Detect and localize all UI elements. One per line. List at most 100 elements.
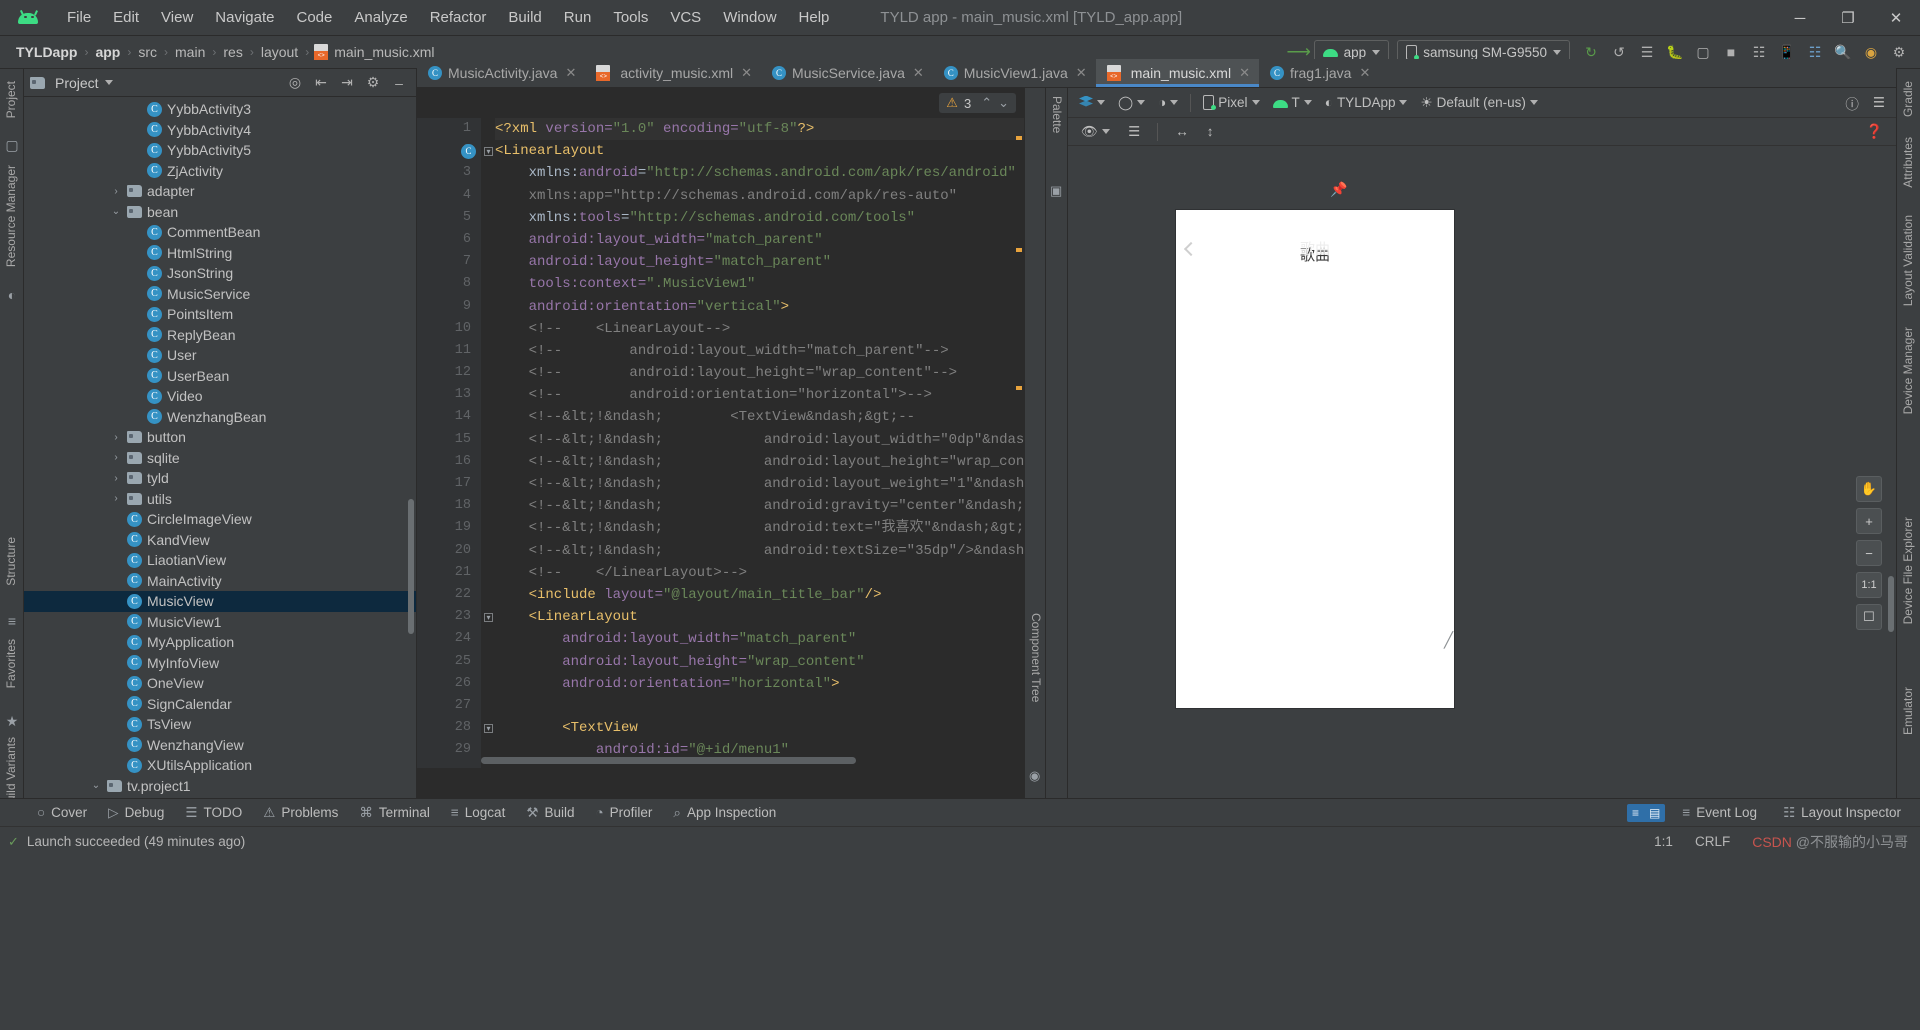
- breadcrumb-layout[interactable]: layout: [259, 44, 300, 60]
- tree-item-pointsitem[interactable]: C PointsItem: [24, 304, 416, 325]
- line-separator[interactable]: CRLF: [1695, 834, 1730, 849]
- code-line[interactable]: <LinearLayout: [495, 606, 1024, 628]
- editor-tab-musicactivity-java[interactable]: C MusicActivity.java ✕: [417, 59, 585, 87]
- bottom-tab-layout-inspector[interactable]: ☷ Layout Inspector: [1774, 802, 1910, 824]
- code-line[interactable]: <!-- android:layout_height="wrap_content…: [495, 362, 1024, 384]
- menu-vcs[interactable]: VCS: [659, 6, 712, 29]
- tree-item-xutilsapplication[interactable]: C XUtilsApplication: [24, 755, 416, 776]
- tree-item-oneview[interactable]: C OneView: [24, 673, 416, 694]
- tree-item-wenzhangbean[interactable]: C WenzhangBean: [24, 407, 416, 428]
- project-tree[interactable]: C YybbActivity3 C YybbActivity4 C YybbActivit…: [24, 97, 416, 798]
- prev-issue-icon[interactable]: ⌃: [981, 95, 992, 111]
- bottom-tab-terminal[interactable]: ⌘ Terminal: [350, 802, 439, 824]
- code-line[interactable]: <!--&lt;!&ndash; <TextView&ndash;&gt;--: [495, 406, 1024, 428]
- editor-tab-activity-music-xml[interactable]: activity_music.xml ✕: [585, 59, 761, 87]
- bottom-tab-debug[interactable]: ▷ Debug: [99, 802, 173, 824]
- code-line[interactable]: [495, 695, 1024, 717]
- menu-run[interactable]: Run: [553, 6, 603, 29]
- next-issue-icon[interactable]: ⌄: [998, 95, 1009, 111]
- menu-navigate[interactable]: Navigate: [204, 6, 285, 29]
- fold-toggle[interactable]: ▾: [484, 613, 493, 622]
- bottom-tab-app-inspection[interactable]: ⌕ App Inspection: [664, 802, 785, 824]
- project-folder-icon[interactable]: ▢: [0, 131, 24, 160]
- code-line[interactable]: android:layout_height="wrap_content": [495, 651, 1024, 673]
- rail-item-attributes[interactable]: Attributes: [1897, 129, 1919, 196]
- menu-tools[interactable]: Tools: [602, 6, 659, 29]
- chevron-down-icon[interactable]: ⌄: [110, 206, 122, 217]
- code-line[interactable]: <include layout="@layout/main_title_bar"…: [495, 584, 1024, 606]
- rail-item-layout-validation[interactable]: Layout Validation: [1897, 207, 1919, 314]
- resize-handle[interactable]: ╱: [1444, 631, 1453, 649]
- settings-icon[interactable]: ⚙: [362, 72, 384, 94]
- rail-item-favorites[interactable]: Favorites: [0, 631, 22, 696]
- code-line[interactable]: <!--&lt;!&ndash; android:text="我喜欢"&ndas…: [495, 517, 1024, 539]
- code-line[interactable]: <!--&lt;!&ndash; android:textSize="35dp"…: [495, 540, 1024, 562]
- preview-canvas[interactable]: 📌 歌曲 歌曲 ╱ ✋ + − 1:1 ☐: [1068, 146, 1896, 798]
- tree-item-utils[interactable]: › utils: [24, 489, 416, 510]
- code-line[interactable]: android:layout_width="match_parent": [495, 229, 1024, 251]
- bottom-tab-build[interactable]: ⚒ Build: [517, 802, 583, 824]
- tree-item-mainactivity[interactable]: C MainActivity: [24, 571, 416, 592]
- rotate-icon[interactable]: ◯: [1113, 91, 1150, 115]
- tree-item-replybean[interactable]: C ReplyBean: [24, 325, 416, 346]
- preview-api-selector[interactable]: T: [1268, 91, 1317, 115]
- tree-item-adapter[interactable]: › adapter: [24, 181, 416, 202]
- pan-icon[interactable]: ✋: [1856, 476, 1882, 502]
- chevron-right-icon[interactable]: ›: [110, 186, 122, 197]
- design-surface-icon[interactable]: [1074, 91, 1110, 115]
- breadcrumb-src[interactable]: src: [136, 44, 159, 60]
- close-tab-icon[interactable]: ✕: [1359, 65, 1370, 81]
- code-horizontal-scrollbar[interactable]: [481, 757, 856, 764]
- code-line[interactable]: <!-- <LinearLayout-->: [495, 318, 1024, 340]
- tree-item-userbean[interactable]: C UserBean: [24, 366, 416, 387]
- editor-tab-main-music-xml[interactable]: main_music.xml ✕: [1095, 59, 1260, 87]
- menu-window[interactable]: Window: [712, 6, 787, 29]
- minimize-button[interactable]: ─: [1776, 0, 1824, 36]
- hide-icon[interactable]: –: [388, 72, 410, 94]
- error-stripe-marker[interactable]: [1016, 248, 1022, 252]
- resource-icon[interactable]: ◐: [0, 281, 24, 309]
- tree-item-tyld[interactable]: › tyld: [24, 468, 416, 489]
- error-stripe-marker[interactable]: [1016, 386, 1022, 390]
- preview-device-selector[interactable]: Pixel: [1198, 91, 1264, 115]
- code-line[interactable]: <LinearLayout: [495, 140, 1024, 162]
- panels-icon[interactable]: ☰: [1123, 120, 1145, 144]
- chevron-right-icon[interactable]: ›: [110, 493, 122, 504]
- chevron-right-icon[interactable]: ›: [110, 473, 122, 484]
- caret-position[interactable]: 1:1: [1654, 834, 1673, 849]
- xml-root-marker-icon[interactable]: C: [461, 144, 476, 159]
- tree-item-user[interactable]: C User: [24, 345, 416, 366]
- bottom-tab-logcat[interactable]: ≡ Logcat: [442, 802, 514, 823]
- code-line[interactable]: <!--&lt;!&ndash; android:layout_width="0…: [495, 429, 1024, 451]
- night-mode-icon[interactable]: ◑: [1153, 91, 1183, 115]
- bottom-tab-cover[interactable]: ○ Cover: [28, 802, 96, 823]
- code-line[interactable]: <TextView: [495, 717, 1024, 739]
- code-line[interactable]: tools:context=".MusicView1": [495, 273, 1024, 295]
- chevron-down-icon[interactable]: ⌄: [90, 780, 102, 791]
- menu-file[interactable]: File: [56, 6, 102, 29]
- preview-locale-selector[interactable]: ☀ Default (en-us): [1415, 91, 1542, 115]
- breadcrumb-file[interactable]: main_music.xml: [332, 44, 436, 60]
- menu-refactor[interactable]: Refactor: [419, 6, 498, 29]
- close-tab-icon[interactable]: ✕: [1239, 65, 1250, 81]
- tree-item-button[interactable]: › button: [24, 427, 416, 448]
- code-text[interactable]: <?xml version="1.0" encoding="utf-8"?> <L…: [495, 118, 1024, 768]
- code-line[interactable]: xmlns:android="http://schemas.android.co…: [495, 162, 1024, 184]
- bottom-tab-profiler[interactable]: ◔ Profiler: [586, 802, 661, 823]
- tree-item-zjactivity[interactable]: C ZjActivity: [24, 161, 416, 182]
- close-tab-icon[interactable]: ✕: [1076, 65, 1087, 81]
- tree-item-musicview[interactable]: C MusicView: [24, 591, 416, 612]
- component-tree-icon[interactable]: ◉: [1029, 768, 1040, 784]
- issue-icon[interactable]: ⓘ: [1840, 91, 1864, 115]
- collapse-all-icon[interactable]: ⇤: [310, 72, 332, 94]
- breadcrumb-res[interactable]: res: [221, 44, 244, 60]
- breadcrumb-app[interactable]: app: [93, 44, 122, 60]
- rail-item-resource-manager[interactable]: Resource Manager: [0, 157, 22, 275]
- pin-icon[interactable]: 📌: [1330, 181, 1347, 198]
- error-stripe-marker[interactable]: [1016, 136, 1022, 140]
- bottom-tab-problems[interactable]: ⚠ Problems: [254, 802, 347, 824]
- tree-item-htmlstring[interactable]: C HtmlString: [24, 243, 416, 264]
- rail-item-project[interactable]: Project: [0, 73, 22, 126]
- code-line[interactable]: android:layout_height="match_parent": [495, 251, 1024, 273]
- zoom-fit-icon[interactable]: ☐: [1856, 604, 1882, 630]
